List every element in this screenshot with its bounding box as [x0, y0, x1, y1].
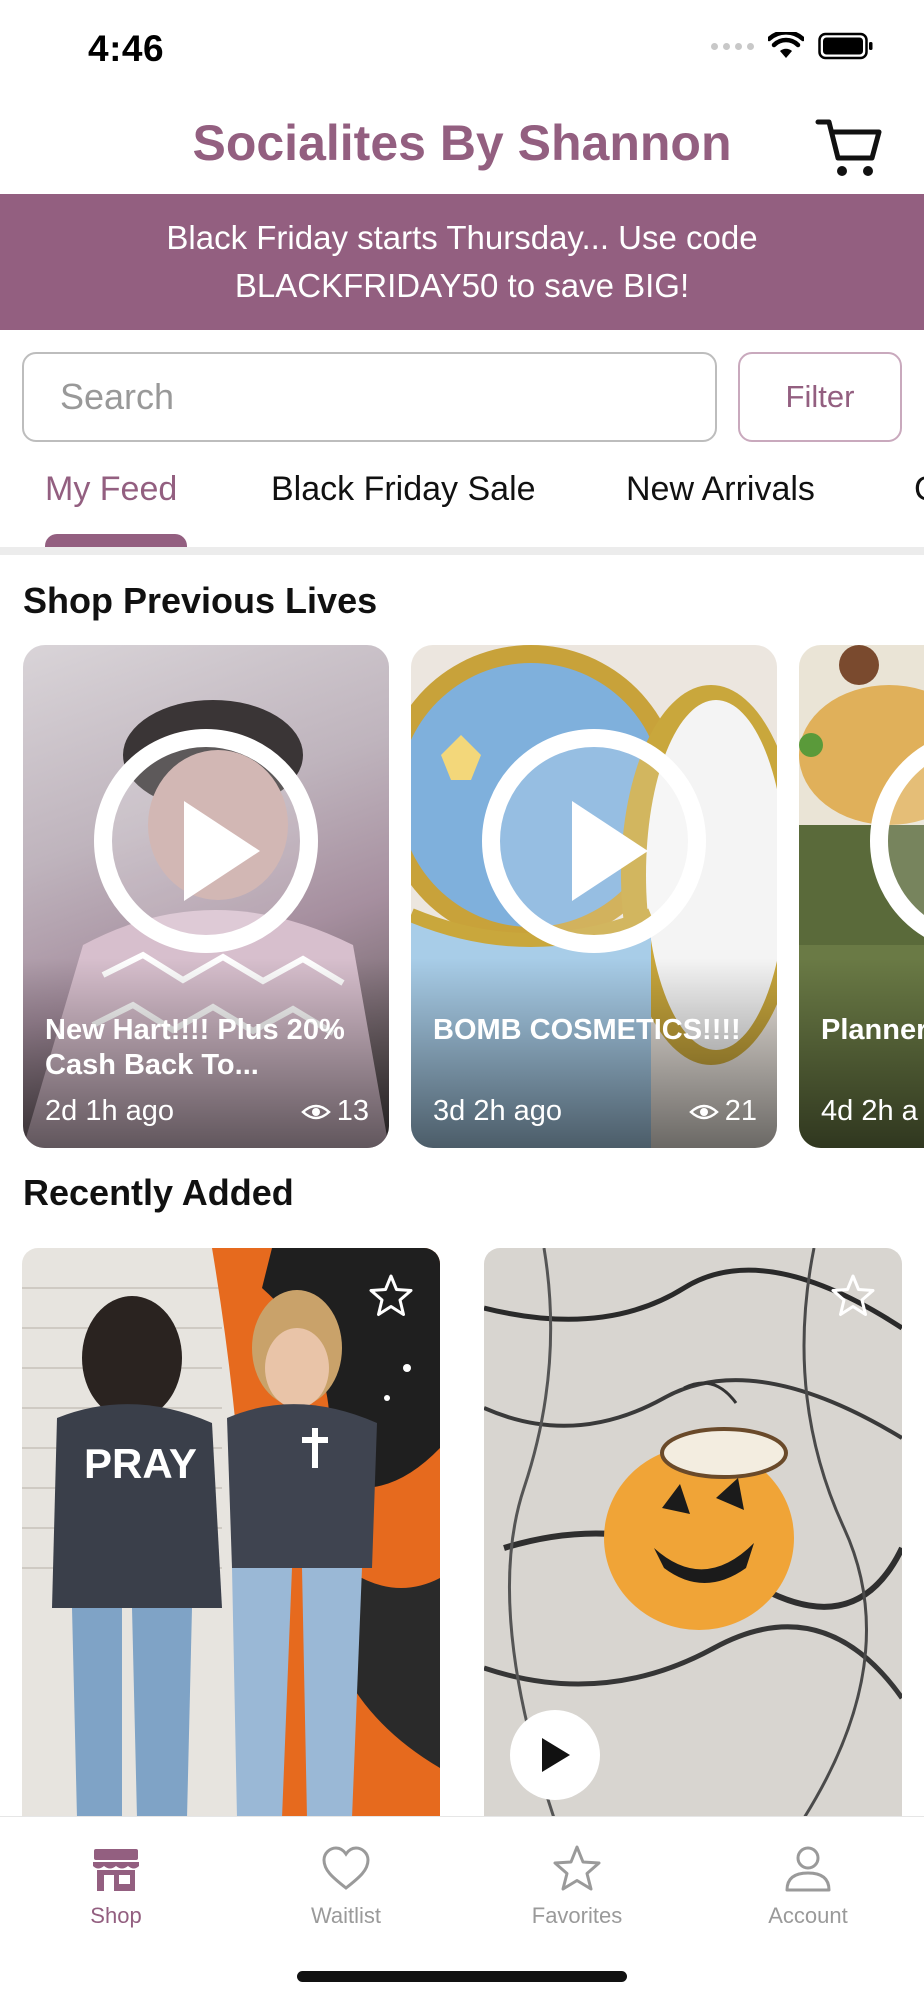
play-icon[interactable]: [482, 729, 706, 953]
live-time-ago: 3d 2h ago: [433, 1095, 563, 1127]
cart-icon: [815, 119, 882, 176]
star-icon: [553, 1845, 601, 1891]
battery-icon: [818, 32, 873, 60]
eye-icon: [300, 1104, 331, 1119]
promo-banner-line-1: Black Friday starts Thursday... Use code: [166, 219, 758, 256]
status-time: 4:46: [88, 28, 165, 69]
person-icon: [785, 1846, 831, 1892]
view-count-value: 13: [336, 1095, 369, 1127]
category-tabs: My Feed Black Friday Sale New Arrivals C: [0, 460, 924, 555]
status-bar: 4:46: [0, 0, 924, 100]
nav-label-shop: Shop: [90, 1903, 142, 1928]
tab-new-arrivals[interactable]: New Arrivals: [626, 470, 815, 509]
search-placeholder: Search: [60, 376, 175, 417]
eye-icon: [688, 1104, 719, 1119]
live-view-count: 13: [300, 1095, 369, 1128]
status-icons: [711, 32, 874, 60]
live-time-ago: 2d 1h ago: [45, 1095, 175, 1127]
live-card[interactable]: BOMB COSMETICS!!!! 3d 2h ago 21: [411, 645, 777, 1148]
product-card[interactable]: [484, 1248, 902, 1818]
heart-icon: [322, 1846, 370, 1890]
product-card[interactable]: PRAY: [22, 1248, 440, 1818]
view-count-value: 21: [724, 1095, 757, 1127]
nav-waitlist[interactable]: Waitlist: [266, 1843, 426, 1929]
previous-lives-carousel[interactable]: New Hart!!!! Plus 20% Cash Back To... 2d…: [0, 645, 924, 1148]
live-title: BOMB COSMETICS!!!!: [433, 1014, 741, 1046]
cart-button[interactable]: [814, 114, 884, 180]
nav-favorites[interactable]: Favorites: [497, 1843, 657, 1929]
shirt-print-graphic: PRAY: [84, 1440, 197, 1487]
video-play-button[interactable]: [510, 1710, 600, 1800]
nav-shop[interactable]: Shop: [36, 1843, 196, 1929]
section-title-previous-lives: Shop Previous Lives: [23, 580, 378, 621]
favorite-star-icon[interactable]: [367, 1272, 415, 1320]
storefront-icon: [93, 1849, 139, 1891]
live-card[interactable]: New Hart!!!! Plus 20% Cash Back To... 2d…: [23, 645, 389, 1148]
live-card[interactable]: Planner CLOTH 4d 2h a: [799, 645, 924, 1148]
home-indicator: [297, 1971, 627, 1982]
product-image: PRAY: [22, 1248, 440, 1818]
promo-banner[interactable]: Black Friday starts Thursday... Use code…: [0, 194, 924, 330]
nav-account[interactable]: Account: [728, 1843, 888, 1929]
play-icon[interactable]: [94, 729, 318, 953]
app-header: Socialites By Shannon: [0, 100, 924, 194]
nav-label-favorites: Favorites: [531, 1903, 623, 1928]
tab-my-feed[interactable]: My Feed: [45, 470, 177, 509]
cellular-signal-icon: [711, 42, 754, 50]
play-icon: [542, 1738, 570, 1772]
tab-black-friday-sale[interactable]: Black Friday Sale: [271, 470, 536, 509]
shop-title: Socialites By Shannon: [192, 115, 732, 171]
live-title: Planner CLOTH: [821, 1014, 924, 1046]
section-title-recently-added: Recently Added: [23, 1172, 294, 1213]
promo-banner-line-2: BLACKFRIDAY50 to save BIG!: [234, 267, 690, 304]
favorite-star-icon[interactable]: [829, 1272, 877, 1320]
live-view-count: 21: [688, 1095, 757, 1128]
nav-label-waitlist: Waitlist: [310, 1903, 382, 1928]
wifi-icon: [768, 32, 804, 58]
filter-button[interactable]: Filter: [738, 352, 902, 442]
live-time-ago: 4d 2h a: [821, 1095, 918, 1127]
search-input[interactable]: Search: [22, 352, 717, 442]
live-title: New Hart!!!! Plus 20% Cash Back To...: [45, 1014, 345, 1081]
tab-partially-visible[interactable]: C: [914, 470, 924, 509]
nav-label-account: Account: [768, 1903, 848, 1928]
tabs-divider: [0, 547, 924, 555]
